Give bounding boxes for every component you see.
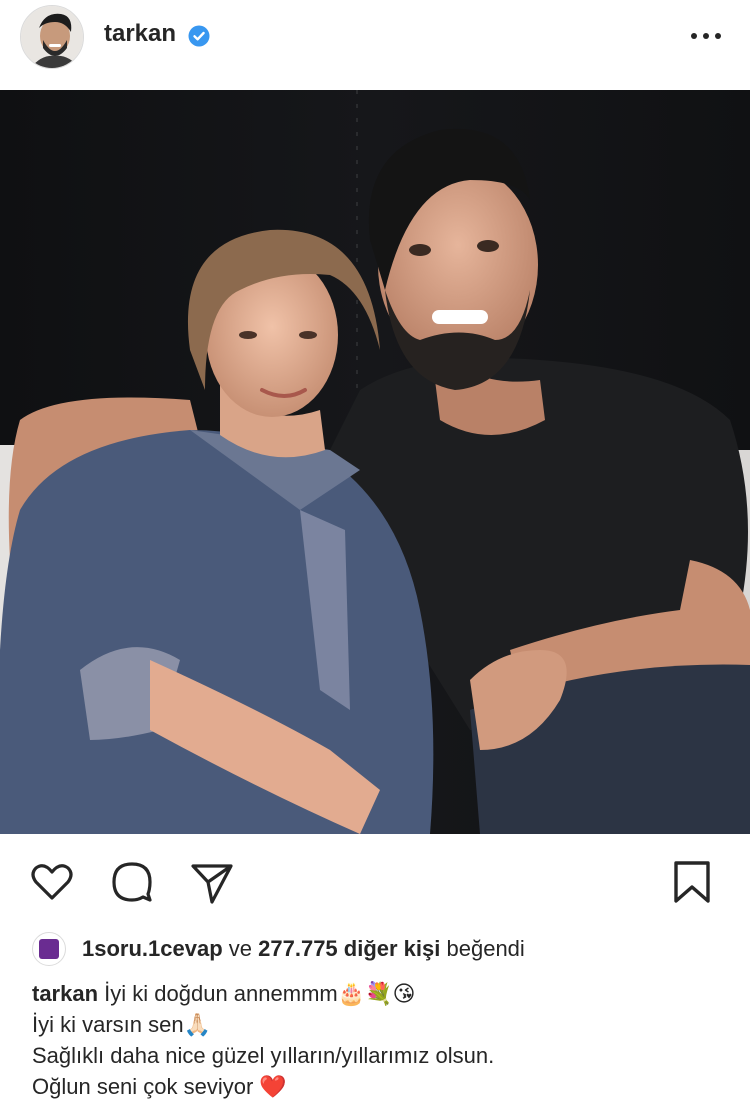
likes-suffix: beğendi [446,936,525,961]
post-photo[interactable] [0,90,750,834]
likes-summary: 1soru.1cevap ve 277.775 diğer kişi beğen… [82,936,525,962]
bookmark-icon[interactable] [668,858,716,906]
liker-logo-icon [39,939,59,959]
post-caption: tarkan İyi ki doğdun annemmm🎂💐😘 İyi ki v… [32,978,732,1102]
profile-avatar[interactable] [20,5,84,69]
caption-line-3: Sağlıklı daha nice güzel yılların/yıllar… [32,1043,495,1068]
likes-row: 1soru.1cevap ve 277.775 diğer kişi beğen… [0,930,750,970]
action-bar [0,852,750,912]
post-header: tarkan [0,0,750,72]
liker-avatar[interactable] [32,932,66,966]
caption-line-4: Oğlun seni çok seviyor ❤️ [32,1074,287,1099]
comment-icon[interactable] [108,858,156,906]
verified-badge-icon [188,25,210,47]
more-options-icon[interactable] [688,22,724,50]
send-icon[interactable] [188,858,236,906]
liker-username[interactable]: 1soru.1cevap [82,936,223,961]
heart-icon[interactable] [28,858,76,906]
caption-username[interactable]: tarkan [32,981,98,1006]
caption-line-2: İyi ki varsın sen🙏🏻 [32,1012,211,1037]
caption-text-1: İyi ki doğdun annemmm🎂💐😘 [104,981,416,1006]
others-likes-count[interactable]: 277.775 diğer kişi [258,936,440,961]
likes-connector: ve [228,936,253,961]
caption-line-1: tarkan İyi ki doğdun annemmm🎂💐😘 [32,978,732,1009]
post-username[interactable]: tarkan [104,20,176,48]
